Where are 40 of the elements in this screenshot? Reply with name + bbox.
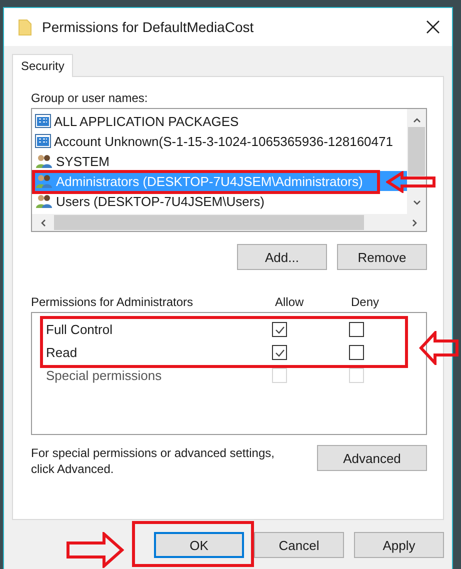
- package-icon: [35, 133, 51, 149]
- scroll-right-icon[interactable]: [412, 218, 418, 226]
- users-icon: [35, 193, 53, 209]
- dialog-button[interactable]: OK: [154, 532, 244, 558]
- add-button[interactable]: Add...: [237, 244, 327, 270]
- scroll-up-icon[interactable]: [412, 117, 420, 123]
- scroll-down-icon[interactable]: [412, 200, 420, 206]
- close-icon[interactable]: [426, 20, 440, 34]
- user-list-item[interactable]: Account Unknown(S-1-15-3-1024-1065365936-128160471: [35, 131, 426, 151]
- deny-checkbox[interactable]: [349, 345, 364, 360]
- dialog-button[interactable]: Apply: [354, 532, 444, 558]
- allow-checkbox[interactable]: [272, 322, 287, 337]
- remove-button[interactable]: Remove: [337, 244, 427, 270]
- vertical-scrollbar[interactable]: [407, 109, 426, 214]
- package-icon: [35, 113, 51, 129]
- users-icon: [35, 153, 53, 169]
- arrow-drawing: [386, 171, 436, 193]
- column-header: Allow: [275, 295, 305, 309]
- dialog-button[interactable]: Cancel: [254, 532, 344, 558]
- permission-name: Read: [46, 345, 78, 360]
- advanced-note: For special permissions or advanced settings, click Advanced.: [31, 445, 276, 477]
- permission-name: Full Control: [46, 322, 114, 337]
- allow-checkbox[interactable]: [272, 345, 287, 360]
- folder-icon: [18, 18, 32, 36]
- scroll-left-icon[interactable]: [40, 218, 46, 226]
- tab[interactable]: Security: [12, 54, 74, 77]
- user-list-item[interactable]: Users (DESKTOP-7U4JSEM\Users): [35, 191, 426, 211]
- arrow-drawing: [419, 331, 459, 365]
- advanced-button[interactable]: Advanced: [317, 445, 427, 471]
- arrow-drawing: [66, 532, 124, 568]
- horizontal-scrollbar[interactable]: [32, 214, 426, 231]
- window-title: Permissions for DefaultMediaCost: [42, 19, 255, 35]
- deny-checkbox[interactable]: [349, 322, 364, 337]
- column-header: Deny: [351, 295, 380, 309]
- users-icon: [35, 173, 53, 189]
- group-label: Group or user names:: [31, 91, 149, 105]
- user-list-item[interactable]: ALL APPLICATION PACKAGES: [35, 111, 426, 131]
- permission-name: Special permissions: [46, 368, 163, 383]
- permissions-label: Permissions for Administrators: [31, 295, 194, 309]
- user-list-item[interactable]: SYSTEM: [35, 151, 426, 171]
